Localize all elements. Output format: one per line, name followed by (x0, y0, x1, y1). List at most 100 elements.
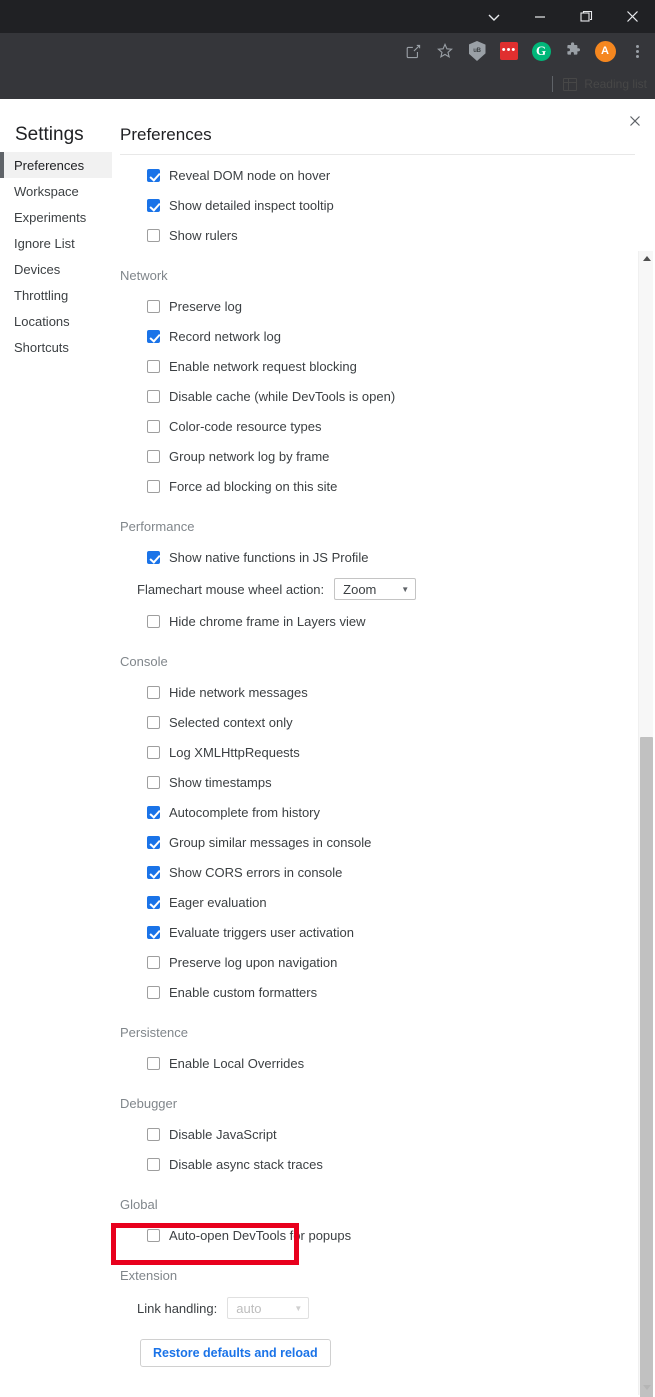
extension-ublock-icon[interactable]: uB (463, 37, 491, 65)
setting-row-selected-context-only[interactable]: Selected context only (120, 707, 635, 737)
vertical-scrollbar[interactable] (638, 251, 654, 1397)
setting-row-show-cors-errors-in-console[interactable]: Show CORS errors in console (120, 857, 635, 887)
screenshot-root: uB ••• G A Reading list Settings Prefere… (0, 0, 655, 1397)
restore-defaults-button[interactable]: Restore defaults and reload (140, 1339, 331, 1367)
setting-row-enable-local-overrides[interactable]: Enable Local Overrides (120, 1048, 635, 1078)
checkbox-enable-local-overrides[interactable] (147, 1056, 160, 1070)
setting-row-show-native-functions-in-js-profile[interactable]: Show native functions in JS Profile (120, 542, 635, 572)
checkbox-preserve-log[interactable] (147, 299, 160, 313)
scrollbar-thumb[interactable] (640, 737, 653, 1397)
setting-label: Auto-open DevTools for popups (169, 1227, 352, 1243)
extensions-puzzle-icon[interactable] (559, 37, 587, 65)
tab-search-chevron-down-icon[interactable] (471, 0, 517, 33)
chrome-menu-icon[interactable] (623, 37, 651, 65)
share-icon[interactable] (399, 37, 427, 65)
sidebar-item-ignore-list[interactable]: Ignore List (0, 230, 112, 256)
checkbox-record-network-log[interactable] (147, 329, 160, 343)
setting-row-show-rulers[interactable]: Show rulers (120, 220, 635, 250)
setting-row-preserve-log-upon-navigation[interactable]: Preserve log upon navigation (120, 947, 635, 977)
setting-row-record-network-log[interactable]: Record network log (120, 321, 635, 351)
checkbox-enable-custom-formatters[interactable] (147, 985, 160, 999)
setting-row-group-network-log-by-frame[interactable]: Group network log by frame (120, 441, 635, 471)
checkbox-auto-open-devtools-for-popups[interactable] (147, 1228, 160, 1242)
setting-label: Enable Local Overrides (169, 1055, 305, 1071)
setting-label: Disable JavaScript (169, 1126, 277, 1142)
setting-row-color-code-resource-types[interactable]: Color-code resource types (120, 411, 635, 441)
reading-list-button[interactable]: Reading list (563, 77, 647, 91)
dropdown-flamechart-mouse-wheel-action[interactable]: Zoom ▼ (334, 578, 417, 600)
setting-row-disable-async-stack-traces[interactable]: Disable async stack traces (120, 1149, 635, 1179)
checkbox-disable-cache-while-devtools-is-open[interactable] (147, 389, 160, 403)
sidebar-item-experiments[interactable]: Experiments (0, 204, 112, 230)
scroll-down-arrow-icon[interactable] (639, 1380, 654, 1395)
sidebar-item-shortcuts[interactable]: Shortcuts (0, 334, 112, 360)
setting-row-hide-chrome-frame-in-layers-view[interactable]: Hide chrome frame in Layers view (120, 606, 635, 636)
sidebar-item-devices[interactable]: Devices (0, 256, 112, 282)
checkbox-show-timestamps[interactable] (147, 775, 160, 789)
checkbox-preserve-log-upon-navigation[interactable] (147, 955, 160, 969)
checkbox-force-ad-blocking-on-this-site[interactable] (147, 479, 160, 493)
checkbox-show-native-functions-in-js-profile[interactable] (147, 550, 160, 564)
setting-row-preserve-log[interactable]: Preserve log (120, 291, 635, 321)
chevron-down-icon: ▼ (294, 1303, 303, 1313)
checkbox-evaluate-triggers-user-activation[interactable] (147, 925, 160, 939)
dropdown-value: Zoom (343, 581, 377, 597)
setting-row-group-similar-messages-in-console[interactable]: Group similar messages in console (120, 827, 635, 857)
minimize-button[interactable] (517, 0, 563, 33)
setting-row-show-timestamps[interactable]: Show timestamps (120, 767, 635, 797)
setting-label: Group similar messages in console (169, 834, 372, 850)
checkbox-eager-evaluation[interactable] (147, 895, 160, 909)
setting-row-disable-cache-while-devtools-is-open[interactable]: Disable cache (while DevTools is open) (120, 381, 635, 411)
setting-row-autocomplete-from-history[interactable]: Autocomplete from history (120, 797, 635, 827)
checkbox-disable-async-stack-traces[interactable] (147, 1157, 160, 1171)
maximize-restore-button[interactable] (563, 0, 609, 33)
checkbox-enable-network-request-blocking[interactable] (147, 359, 160, 373)
sidebar-item-throttling[interactable]: Throttling (0, 282, 112, 308)
section-heading-extension: Extension (120, 1268, 178, 1283)
checkbox-hide-chrome-frame-in-layers-view[interactable] (147, 614, 160, 628)
bookmark-star-icon[interactable] (431, 37, 459, 65)
close-icon[interactable] (624, 110, 646, 132)
checkbox-autocomplete-from-history[interactable] (147, 805, 160, 819)
checkbox-show-cors-errors-in-console[interactable] (147, 865, 160, 879)
setting-label: Show rulers (169, 227, 238, 243)
sidebar-item-preferences[interactable]: Preferences (0, 152, 112, 178)
checkbox-selected-context-only[interactable] (147, 715, 160, 729)
extension-red-icon[interactable]: ••• (495, 37, 523, 65)
setting-row-hide-network-messages[interactable]: Hide network messages (120, 677, 635, 707)
setting-row-enable-custom-formatters[interactable]: Enable custom formatters (120, 977, 635, 1007)
extension-grammarly-icon[interactable]: G (527, 37, 555, 65)
setting-label: Show HTML comments (169, 152, 304, 153)
checkbox-group-network-log-by-frame[interactable] (147, 449, 160, 463)
setting-row-enable-network-request-blocking[interactable]: Enable network request blocking (120, 351, 635, 381)
setting-row-log-xmlhttprequests[interactable]: Log XMLHttpRequests (120, 737, 635, 767)
setting-row-force-ad-blocking-on-this-site[interactable]: Force ad blocking on this site (120, 471, 635, 501)
checkbox-log-xmlhttprequests[interactable] (147, 745, 160, 759)
checkbox-disable-javascript[interactable] (147, 1127, 160, 1141)
setting-label: Disable cache (while DevTools is open) (169, 388, 396, 404)
preferences-content: Show HTML comments Reveal DOM node on hov… (120, 152, 635, 1397)
checkbox-reveal-dom-node-on-hover[interactable] (147, 168, 160, 182)
close-window-button[interactable] (609, 0, 655, 33)
sidebar-item-label: Preferences (14, 157, 85, 173)
settings-title: Settings (15, 124, 84, 145)
setting-row-show-detailed-inspect-tooltip[interactable]: Show detailed inspect tooltip (120, 190, 635, 220)
section-heading-network: Network (120, 268, 168, 283)
divider (552, 76, 554, 92)
checkbox-hide-network-messages[interactable] (147, 685, 160, 699)
setting-row-eager-evaluation[interactable]: Eager evaluation (120, 887, 635, 917)
scroll-up-arrow-icon[interactable] (639, 251, 654, 266)
setting-row-disable-javascript[interactable]: Disable JavaScript (120, 1119, 635, 1149)
setting-label: Log XMLHttpRequests (169, 744, 300, 760)
setting-row-auto-open-devtools-for-popups[interactable]: Auto-open DevTools for popups (120, 1220, 635, 1250)
checkbox-show-detailed-inspect-tooltip[interactable] (147, 198, 160, 212)
profile-avatar[interactable]: A (591, 37, 619, 65)
sidebar-item-locations[interactable]: Locations (0, 308, 112, 334)
setting-row-reveal-dom-node-on-hover[interactable]: Reveal DOM node on hover (120, 160, 635, 190)
checkbox-color-code-resource-types[interactable] (147, 419, 160, 433)
setting-row-evaluate-triggers-user-activation[interactable]: Evaluate triggers user activation (120, 917, 635, 947)
checkbox-group-similar-messages-in-console[interactable] (147, 835, 160, 849)
sidebar-item-workspace[interactable]: Workspace (0, 178, 112, 204)
setting-row-show-html-comments-clipped[interactable]: Show HTML comments (120, 152, 635, 160)
checkbox-show-rulers[interactable] (147, 228, 160, 242)
